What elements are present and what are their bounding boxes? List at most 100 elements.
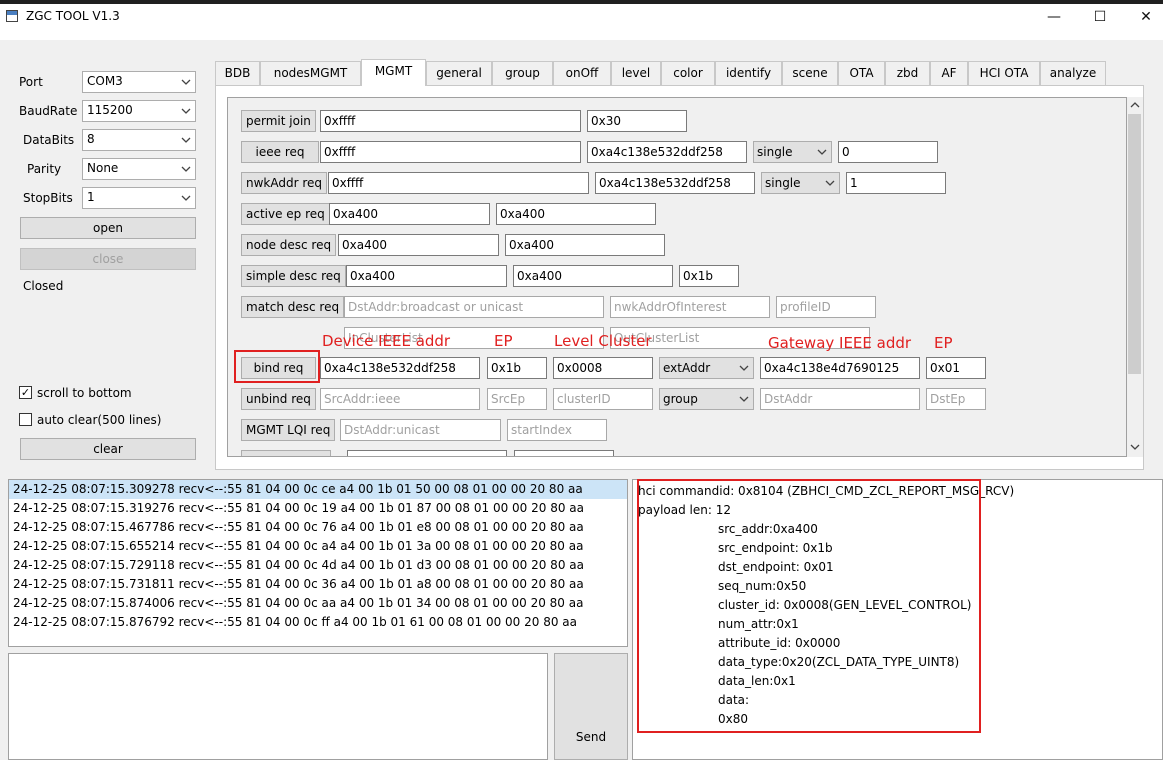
log-row[interactable]: 24-12-25 08:07:15.731811 recv<--:55 81 0… xyxy=(9,575,627,594)
scroll-to-bottom-label: scroll to bottom xyxy=(37,386,132,400)
bind-req-cluster-input[interactable]: 0x0008 xyxy=(553,357,653,379)
scroll-down-icon[interactable] xyxy=(1129,442,1141,452)
tab-level[interactable]: level xyxy=(611,61,661,85)
simple-desc-req-button[interactable]: simple desc req xyxy=(241,265,346,287)
bind-req-src-ieee-input[interactable]: 0xa4c138e532ddf258 xyxy=(320,357,480,379)
tab-ota[interactable]: OTA xyxy=(838,61,885,85)
ieee-req-dst-input[interactable]: 0xffff xyxy=(320,141,581,163)
bind-req-src-ep-input[interactable]: 0x1b xyxy=(487,357,547,379)
nwkaddr-req-dst-input[interactable]: 0xffff xyxy=(328,172,589,194)
mgmt-lqi-req-button[interactable]: MGMT LQI req xyxy=(241,419,336,441)
baudrate-select[interactable]: 115200 xyxy=(82,100,196,122)
nwkaddr-req-addr-input[interactable]: 0xa4c138e532ddf258 xyxy=(595,172,755,194)
tab-mgmt[interactable]: MGMT xyxy=(361,59,426,86)
ieee-req-mode-value: single xyxy=(757,145,793,159)
log-row[interactable]: 24-12-25 08:07:15.467786 recv<--:55 81 0… xyxy=(9,518,627,537)
ieee-req-addr-input[interactable]: 0xa4c138e532ddf258 xyxy=(587,141,747,163)
parity-select[interactable]: None xyxy=(82,158,196,180)
lqi-dst-addr-input[interactable]: DstAddr:unicast xyxy=(340,419,501,441)
port-select[interactable]: COM3 xyxy=(82,71,196,93)
mgmt-scroll-area: permit join 0xffff 0x30 ieee req 0xffff … xyxy=(227,97,1127,457)
unbind-src-ep-input[interactable]: SrcEp xyxy=(487,388,547,410)
tab-color[interactable]: color xyxy=(661,61,715,85)
node-desc-req-button[interactable]: node desc req xyxy=(241,234,337,256)
tab-identify[interactable]: identify xyxy=(715,61,782,85)
detail-highlight xyxy=(637,479,981,733)
active-ep-req-button[interactable]: active ep req xyxy=(241,203,330,225)
tab-analyze[interactable]: analyze xyxy=(1040,61,1106,85)
permit-join-addr-input[interactable]: 0xffff xyxy=(320,110,581,132)
send-textarea[interactable] xyxy=(8,653,548,760)
chevron-down-icon xyxy=(739,396,749,402)
unbind-addr-mode-select[interactable]: group xyxy=(659,388,754,410)
nwkaddr-req-button[interactable]: nwkAddr req xyxy=(241,172,328,194)
unbind-src-addr-input[interactable]: SrcAddr:ieee xyxy=(320,388,480,410)
tab-hci-ota[interactable]: HCI OTA xyxy=(968,61,1040,85)
match-desc-dst-input[interactable]: DstAddr:broadcast or unicast xyxy=(344,296,604,318)
permit-join-duration-input[interactable]: 0x30 xyxy=(587,110,687,132)
minimize-button[interactable]: — xyxy=(1031,6,1077,30)
tab-bdb[interactable]: BDB xyxy=(215,61,260,85)
stopbits-select[interactable]: 1 xyxy=(82,187,196,209)
active-ep-req-dst-input[interactable]: 0xa400 xyxy=(329,203,490,225)
scroll-to-bottom-checkbox[interactable]: ✓ xyxy=(19,386,32,399)
next-row-input-1[interactable] xyxy=(347,450,507,456)
log-row[interactable]: 24-12-25 08:07:15.309278 recv<--:55 81 0… xyxy=(9,480,627,499)
log-row[interactable]: 24-12-25 08:07:15.319276 recv<--:55 81 0… xyxy=(9,499,627,518)
unbind-cluster-input[interactable]: clusterID xyxy=(553,388,653,410)
parity-value: None xyxy=(87,161,119,175)
scroll-up-icon[interactable] xyxy=(1129,100,1141,110)
title-bar xyxy=(0,0,1163,40)
clear-button[interactable]: clear xyxy=(20,438,196,460)
tab-group[interactable]: group xyxy=(492,61,553,85)
tab-onoff[interactable]: onOff xyxy=(553,61,611,85)
tab-scene[interactable]: scene xyxy=(782,61,838,85)
unbind-dst-ep-input[interactable]: DstEp xyxy=(926,388,986,410)
next-row-button[interactable] xyxy=(241,450,331,456)
simple-desc-req-nwk-input[interactable]: 0xa400 xyxy=(513,265,673,287)
log-list[interactable]: 24-12-25 08:07:15.309278 recv<--:55 81 0… xyxy=(8,479,628,647)
unbind-dst-addr-input[interactable]: DstAddr xyxy=(760,388,920,410)
simple-desc-req-dst-input[interactable]: 0xa400 xyxy=(346,265,507,287)
log-row[interactable]: 24-12-25 08:07:15.729118 recv<--:55 81 0… xyxy=(9,556,627,575)
ieee-req-index-input[interactable]: 0 xyxy=(838,141,938,163)
tab-nodesmgmt[interactable]: nodesMGMT xyxy=(260,61,361,85)
node-desc-req-nwk-input[interactable]: 0xa400 xyxy=(505,234,665,256)
match-desc-nwk-input[interactable]: nwkAddrOfInterest xyxy=(610,296,770,318)
bind-req-dst-ep-input[interactable]: 0x01 xyxy=(926,357,986,379)
maximize-button[interactable]: ☐ xyxy=(1077,6,1123,30)
scrollbar-thumb[interactable] xyxy=(1128,114,1141,374)
ieee-req-button[interactable]: ieee req xyxy=(241,141,319,163)
nwkaddr-req-index-input[interactable]: 1 xyxy=(846,172,946,194)
unbind-req-button[interactable]: unbind req xyxy=(241,388,316,410)
next-row-input-2[interactable] xyxy=(514,450,614,456)
active-ep-req-nwk-input[interactable]: 0xa400 xyxy=(496,203,656,225)
node-desc-req-dst-input[interactable]: 0xa400 xyxy=(338,234,499,256)
log-row[interactable]: 24-12-25 08:07:15.655214 recv<--:55 81 0… xyxy=(9,537,627,556)
nwkaddr-req-mode-select[interactable]: single xyxy=(761,172,840,194)
send-button[interactable]: Send xyxy=(554,653,628,760)
log-row[interactable]: 24-12-25 08:07:15.874006 recv<--:55 81 0… xyxy=(9,594,627,613)
chevron-down-icon xyxy=(181,166,191,172)
tab-general[interactable]: general xyxy=(426,61,492,85)
log-row[interactable]: 24-12-25 08:07:15.876792 recv<--:55 81 0… xyxy=(9,613,627,632)
bind-req-addr-mode-select[interactable]: extAddr xyxy=(659,357,754,379)
open-button[interactable]: open xyxy=(20,217,196,239)
close-window-button[interactable]: ✕ xyxy=(1123,6,1163,30)
bind-req-dst-ieee-input[interactable]: 0xa4c138e4d7690125 xyxy=(760,357,920,379)
ieee-req-mode-select[interactable]: single xyxy=(753,141,832,163)
tab-zbd[interactable]: zbd xyxy=(885,61,930,85)
simple-desc-req-ep-input[interactable]: 0x1b xyxy=(679,265,739,287)
chevron-down-icon xyxy=(181,79,191,85)
baudrate-value: 115200 xyxy=(87,103,133,117)
tab-af[interactable]: AF xyxy=(930,61,968,85)
match-desc-req-button[interactable]: match desc req xyxy=(241,296,345,318)
close-button[interactable]: close xyxy=(20,248,196,270)
chevron-down-icon xyxy=(181,195,191,201)
match-desc-profile-input[interactable]: profileID xyxy=(776,296,876,318)
permit-join-button[interactable]: permit join xyxy=(241,110,316,132)
databits-select[interactable]: 8 xyxy=(82,129,196,151)
lqi-start-index-input[interactable]: startIndex xyxy=(507,419,607,441)
auto-clear-checkbox[interactable] xyxy=(19,413,32,426)
connection-status: Closed xyxy=(23,279,64,293)
